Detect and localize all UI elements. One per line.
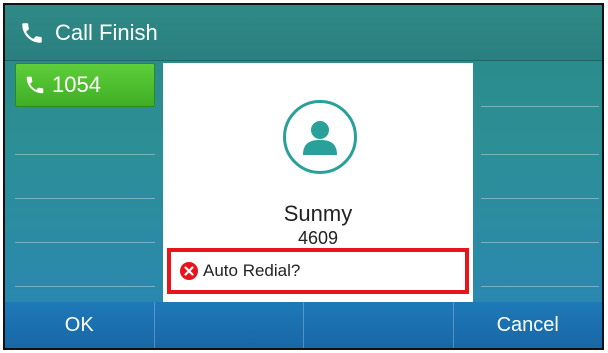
line-key-empty[interactable]	[481, 243, 599, 287]
close-circle-icon	[180, 262, 198, 280]
ok-softkey[interactable]: OK	[5, 302, 155, 348]
page-title: Call Finish	[55, 19, 158, 45]
line-key-1054[interactable]: 1054	[15, 63, 155, 107]
empty-softkey[interactable]	[304, 302, 454, 348]
left-line-keys: 1054	[15, 63, 155, 303]
title-bar: Call Finish	[5, 5, 602, 61]
line-key-empty[interactable]	[481, 111, 599, 155]
contact-number: 4609	[297, 228, 339, 248]
prompt-text: Auto Redial?	[203, 261, 301, 280]
line-key-empty[interactable]	[481, 199, 599, 243]
call-info-card: Sunmy 4609 Auto Redial?	[163, 63, 473, 303]
person-icon	[303, 121, 337, 155]
line-key-empty[interactable]	[481, 155, 599, 199]
line-key-empty[interactable]	[15, 243, 155, 287]
right-line-keys	[481, 63, 599, 303]
contact-name: Sunmy	[283, 201, 353, 226]
phone-screen: Call Finish 1054 Sunmy 4609 Auto Redial?…	[3, 3, 604, 350]
line-key-empty[interactable]	[15, 111, 155, 155]
empty-softkey[interactable]	[155, 302, 304, 348]
line-key-empty[interactable]	[481, 63, 599, 107]
cancel-softkey[interactable]: Cancel	[454, 302, 603, 348]
auto-redial-prompt: Auto Redial?	[167, 248, 469, 294]
line-key-empty[interactable]	[15, 155, 155, 199]
avatar	[283, 100, 357, 174]
phone-icon	[22, 22, 42, 43]
line-key-label: 1054	[52, 72, 101, 97]
softkey-bar: OK Cancel	[5, 302, 602, 348]
phone-icon	[26, 76, 44, 94]
line-key-empty[interactable]	[15, 199, 155, 243]
